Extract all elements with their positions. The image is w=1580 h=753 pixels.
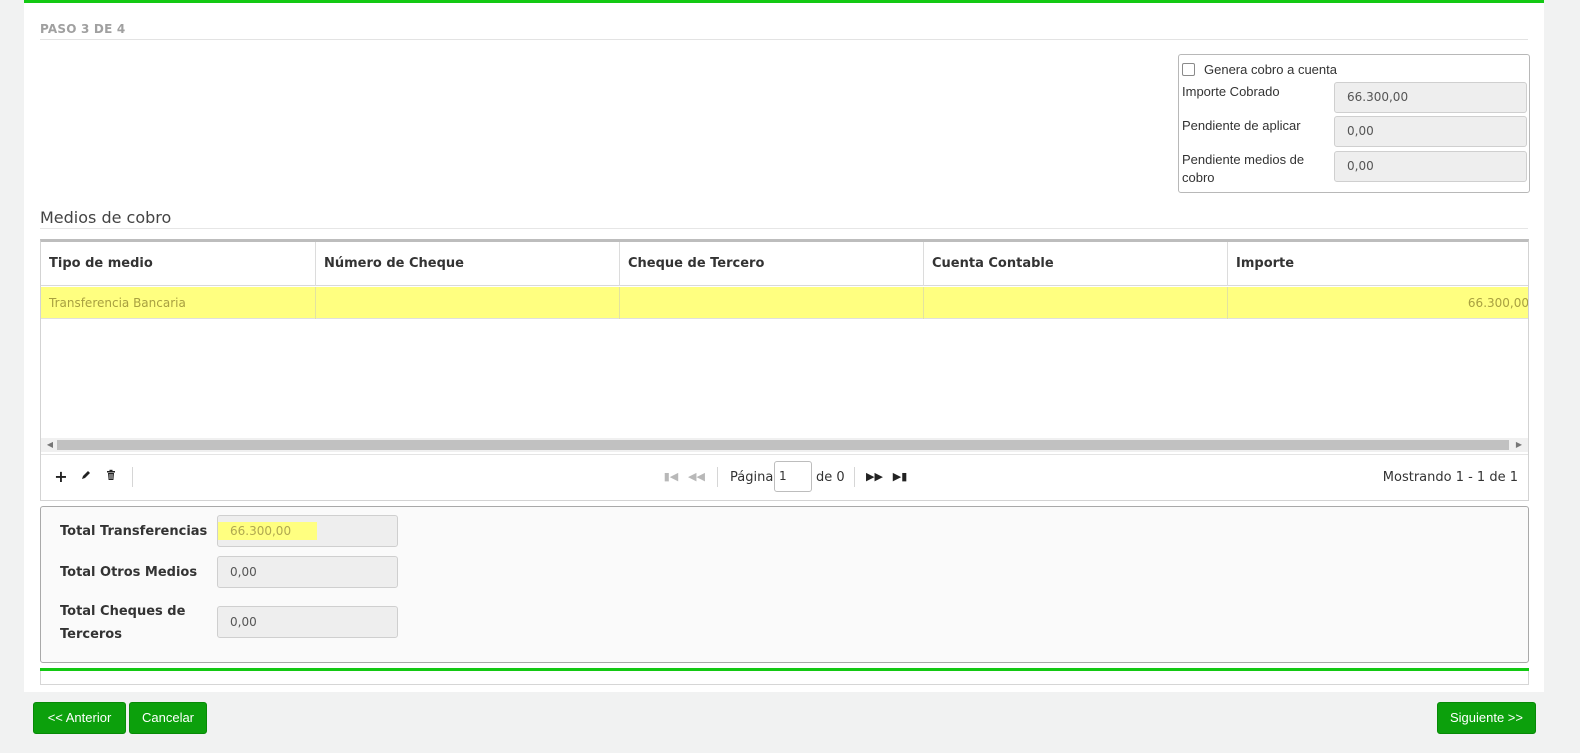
total-cheques-terceros-label: Total Cheques de Terceros [60, 604, 186, 642]
generate-cobro-label: Genera cobro a cuenta [1204, 61, 1337, 77]
cancel-button[interactable]: Cancelar [129, 702, 207, 734]
pendiente-aplicar-field[interactable]: 0,00 [1334, 116, 1527, 147]
pager-separator [132, 467, 133, 487]
cell-cuenta [924, 287, 1228, 319]
pager-separator [717, 467, 718, 487]
next-page-icon[interactable]: ▶▶ [866, 469, 883, 485]
totals-box: Total Transferencias 66.300,00 Total Otr… [40, 506, 1529, 663]
wizard-panel: PASO 3 DE 4 Genera cobro a cuenta Import… [24, 0, 1544, 692]
total-transferencias-field[interactable]: 66.300,00 [217, 515, 398, 547]
generate-cobro-row[interactable]: Genera cobro a cuenta [1182, 61, 1337, 77]
previous-button[interactable]: << Anterior [33, 702, 126, 734]
page-label: Página [730, 470, 774, 485]
column-header-tipo[interactable]: Tipo de medio [41, 242, 316, 286]
first-page-icon[interactable]: ▮◀ [663, 469, 679, 485]
medios-cobro-grid: Tipo de medio Número de Cheque Cheque de… [40, 239, 1529, 501]
pager-info: Mostrando 1 - 1 de 1 [1382, 470, 1518, 485]
scrollbar-thumb[interactable] [57, 440, 1509, 450]
step-divider [40, 39, 1528, 40]
section-title: Medios de cobro [40, 208, 172, 227]
table-row[interactable]: Transferencia Bancaria 66.300,00 [41, 287, 1528, 319]
grid-header: Tipo de medio Número de Cheque Cheque de… [41, 242, 1528, 286]
generate-cobro-checkbox[interactable] [1182, 62, 1195, 76]
total-transferencias-value: 66.300,00 [218, 522, 318, 540]
column-header-importe[interactable]: Importe [1228, 242, 1528, 286]
column-header-numero[interactable]: Número de Cheque [316, 242, 620, 286]
summary-box: Genera cobro a cuenta Importe Cobrado 66… [1178, 54, 1530, 193]
column-header-tercero[interactable]: Cheque de Tercero [620, 242, 924, 286]
page-of-label: de 0 [816, 470, 845, 485]
grid-pager: + ▮◀ ◀◀ Página 1 de 0 ▶▶ ▶▮ Mostrando 1 … [41, 454, 1528, 500]
cell-tercero [620, 287, 924, 319]
cell-importe: 66.300,00 [1467, 296, 1529, 310]
edit-icon[interactable] [78, 469, 94, 485]
total-transferencias-label: Total Transferencias [60, 524, 208, 539]
cell-tipo: Transferencia Bancaria [41, 287, 316, 319]
footer-strip [40, 671, 1529, 685]
add-icon[interactable]: + [53, 469, 69, 485]
pendiente-medios-label: Pendiente medios de cobro [1182, 152, 1305, 185]
horizontal-scrollbar[interactable]: ◀ ▶ [41, 438, 1528, 452]
column-header-cuenta[interactable]: Cuenta Contable [924, 242, 1228, 286]
section-divider [40, 228, 1528, 229]
importe-cobrado-label: Importe Cobrado [1182, 84, 1280, 99]
trash-icon[interactable] [103, 469, 119, 485]
total-otros-medios-label: Total Otros Medios [60, 565, 198, 580]
pager-separator [854, 467, 855, 487]
importe-cobrado-field[interactable]: 66.300,00 [1334, 82, 1527, 113]
next-button[interactable]: Siguiente >> [1437, 702, 1536, 734]
prev-page-icon[interactable]: ◀◀ [688, 469, 705, 485]
total-cheques-terceros-field[interactable]: 0,00 [217, 606, 398, 638]
scroll-left-icon[interactable]: ◀ [43, 438, 57, 452]
pendiente-aplicar-label: Pendiente de aplicar [1182, 118, 1301, 133]
total-otros-medios-field[interactable]: 0,00 [217, 556, 398, 588]
pendiente-medios-field[interactable]: 0,00 [1334, 151, 1527, 182]
scroll-right-icon[interactable]: ▶ [1512, 438, 1526, 452]
cell-numero [316, 287, 620, 319]
step-title: PASO 3 DE 4 [40, 22, 126, 36]
page-number-input[interactable]: 1 [774, 461, 812, 492]
last-page-icon[interactable]: ▶▮ [892, 469, 908, 485]
